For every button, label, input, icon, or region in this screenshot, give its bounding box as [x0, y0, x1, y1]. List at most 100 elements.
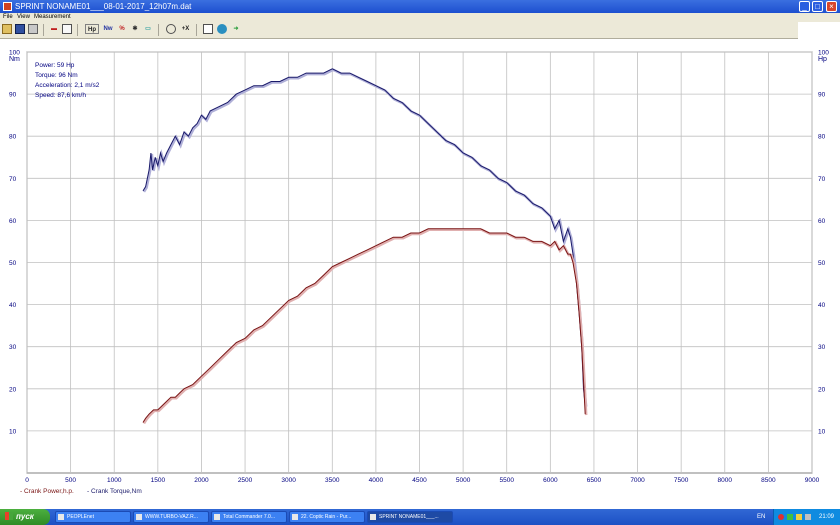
maximize-button[interactable]: □ — [812, 1, 823, 12]
x-tick-label: 6000 — [543, 477, 558, 484]
y-tick-label-left: 30 — [9, 344, 17, 351]
x-tick-label: 6500 — [587, 477, 602, 484]
percent-toggle[interactable]: % — [117, 24, 127, 34]
open-icon[interactable] — [2, 24, 12, 34]
readout-acceleration: Acceleration: 2,1 m/s2 — [35, 82, 100, 89]
y-tick-label-left: 70 — [9, 176, 17, 183]
tray-icon[interactable] — [787, 514, 793, 520]
nm-toggle[interactable]: Nw — [101, 24, 115, 34]
toolbar: ▬ Hp Nw % ✱ ▭ +X ➜ — [0, 22, 798, 39]
y-tick-label-right: 90 — [818, 92, 826, 99]
task-label: Total Commander 7.0... — [223, 514, 275, 520]
x-tick-label: 1000 — [107, 477, 122, 484]
right-axis-unit: Hp — [818, 56, 827, 63]
menu-view[interactable]: View — [17, 13, 30, 22]
x-tick-label: 3000 — [281, 477, 296, 484]
readout-speed: Speed: 87,6 km/h — [35, 92, 86, 99]
folder-icon — [214, 514, 220, 520]
app-icon — [58, 514, 64, 520]
language-indicator[interactable]: EN — [757, 509, 765, 525]
windows-flag-icon — [5, 512, 13, 520]
y-tick-label-left: 20 — [9, 386, 17, 393]
motor-icon[interactable]: ▭ — [143, 24, 153, 34]
system-tray: 21:09 — [773, 509, 840, 525]
x-tick-label: 5000 — [456, 477, 471, 484]
y-tick-label-right: 60 — [818, 218, 826, 225]
close-button[interactable]: × — [826, 1, 837, 12]
gear-icon[interactable]: ✱ — [130, 24, 140, 34]
x-axis-icon[interactable]: +X — [179, 24, 192, 34]
menu-measurement[interactable]: Measurement — [34, 13, 71, 22]
hp-toggle[interactable]: Hp — [85, 24, 99, 34]
legend-torque: - Crank Torque,Nm — [87, 488, 142, 495]
browser-icon — [136, 514, 142, 520]
y-tick-label-right: 50 — [818, 260, 826, 267]
title-bar: SPRINT NONAME01___08-01-2017_12h07m.dat … — [0, 0, 840, 13]
y-tick-label-right: 80 — [818, 134, 826, 141]
minimize-button[interactable]: _ — [799, 1, 810, 12]
window-title: SPRINT NONAME01___08-01-2017_12h07m.dat — [15, 2, 192, 11]
y-tick-label-left: 90 — [9, 92, 17, 99]
y-tick-label-right: 30 — [818, 344, 826, 351]
x-tick-label: 9000 — [805, 477, 820, 484]
legend-power: - Crank Power,h.p. — [20, 488, 74, 495]
x-tick-label: 8500 — [761, 477, 776, 484]
y-tick-label-right: 20 — [818, 386, 826, 393]
task-coptic-rain[interactable]: 22. Coptic Rain - Pur... — [289, 511, 365, 523]
x-tick-label: 4500 — [412, 477, 427, 484]
print-icon[interactable] — [28, 24, 38, 34]
left-axis-unit: Nm — [9, 56, 20, 63]
y-tick-label-left: 40 — [9, 302, 17, 309]
x-tick-label: 5500 — [499, 477, 514, 484]
globe-icon[interactable] — [217, 24, 227, 34]
task-peoplenet[interactable]: PEOPLEnet — [55, 511, 131, 523]
x-tick-label: 7000 — [630, 477, 645, 484]
y-tick-label-right: 40 — [818, 302, 826, 309]
clock-icon[interactable] — [166, 24, 176, 34]
y-tick-label-left: 50 — [9, 260, 17, 267]
task-total-commander[interactable]: Total Commander 7.0... — [211, 511, 287, 523]
dyno-chart: 102030405060708090100 102030405060708090… — [9, 50, 829, 496]
x-tick-label: 0 — [25, 477, 29, 484]
clock[interactable]: 21:09 — [819, 509, 834, 525]
x-tick-label: 500 — [65, 477, 76, 484]
menu-file[interactable]: File — [3, 13, 13, 22]
y-tick-label-right: 10 — [818, 428, 826, 435]
start-button[interactable]: пуск — [0, 509, 50, 525]
task-label: 22. Coptic Rain - Pur... — [301, 514, 352, 520]
tray-icon[interactable] — [778, 514, 784, 520]
x-tick-label: 8000 — [718, 477, 733, 484]
toolbar-separator — [43, 24, 44, 36]
toolbar-separator — [196, 24, 197, 36]
speaker-icon[interactable] — [805, 514, 811, 520]
x-tick-label: 4000 — [369, 477, 384, 484]
y-tick-label-left: 60 — [9, 218, 17, 225]
taskbar: пуск PEOPLEnet WWW.TURBO-VAZ.R... Total … — [0, 509, 840, 525]
app-icon — [3, 2, 12, 11]
menu-bar: File View Measurement — [0, 13, 840, 22]
x-tick-label: 1500 — [151, 477, 166, 484]
x-axis-ticks: 0 500 1000 1500 2000 2500 3000 3500 4000 4500 5000… — [25, 477, 819, 484]
zoom-icon[interactable] — [203, 24, 213, 34]
app-icon — [370, 514, 376, 520]
engine-icon[interactable]: ▬ — [49, 24, 59, 34]
chart-icon[interactable] — [62, 24, 72, 34]
task-turbo-vaz[interactable]: WWW.TURBO-VAZ.R... — [133, 511, 209, 523]
tray-icon[interactable] — [796, 514, 802, 520]
right-axis-ticks: 102030405060708090100 — [818, 50, 829, 436]
start-label: пуск — [16, 512, 34, 521]
x-tick-label: 3500 — [325, 477, 340, 484]
task-label: PEOPLEnet — [67, 514, 94, 520]
task-sprint[interactable]: SPRINT NONAME01___... — [367, 511, 453, 523]
y-tick-label-left: 10 — [9, 428, 17, 435]
arrow-icon[interactable]: ➜ — [231, 24, 241, 34]
save-icon[interactable] — [15, 24, 25, 34]
x-tick-label: 2500 — [238, 477, 253, 484]
readout-power: Power: 59 Hp — [35, 62, 75, 69]
y-tick-label-right: 70 — [818, 176, 826, 183]
toolbar-separator — [158, 24, 159, 36]
left-axis-ticks: 102030405060708090100 — [9, 50, 20, 436]
y-tick-label-left: 80 — [9, 134, 17, 141]
task-label: SPRINT NONAME01___... — [379, 514, 439, 520]
toolbar-separator — [77, 24, 78, 36]
